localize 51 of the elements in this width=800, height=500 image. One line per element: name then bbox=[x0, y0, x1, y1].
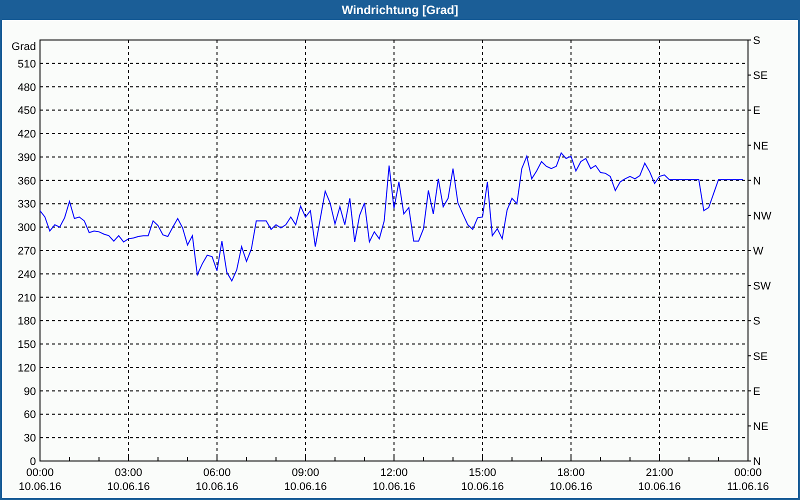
y-tick-label: 450 bbox=[18, 105, 36, 118]
x-tick-date: 10.06.16 bbox=[284, 481, 327, 493]
x-tick-date: 11.06.16 bbox=[727, 481, 769, 493]
y-tick-label: 90 bbox=[24, 386, 36, 398]
y-tick-label: 300 bbox=[18, 222, 36, 234]
compass-tick-label: E bbox=[753, 105, 760, 118]
compass-tick-label: N bbox=[753, 456, 761, 468]
compass-tick-label: NE bbox=[753, 420, 768, 433]
window-title: Windrichtung [Grad] bbox=[342, 2, 458, 19]
compass-tick-label: W bbox=[753, 246, 764, 258]
x-tick-time: 15:00 bbox=[468, 467, 496, 479]
y-tick-label: 480 bbox=[18, 82, 36, 94]
x-tick-date: 10.06.16 bbox=[461, 481, 504, 493]
x-tick-date: 10.06.16 bbox=[18, 481, 62, 493]
x-tick-date: 10.06.16 bbox=[196, 481, 238, 493]
y-tick-label: 510 bbox=[18, 58, 36, 70]
y-axis-unit: Grad bbox=[12, 41, 36, 53]
x-tick-time: 09:00 bbox=[292, 467, 320, 479]
compass-tick-label: SW bbox=[753, 280, 771, 293]
y-tick-label: 360 bbox=[18, 175, 36, 188]
y-tick-label: 150 bbox=[18, 339, 36, 352]
x-tick-time: 21:00 bbox=[646, 467, 674, 479]
x-tick-time: 18:00 bbox=[557, 467, 585, 479]
compass-tick-label: N bbox=[753, 175, 761, 188]
compass-tick-label: S bbox=[753, 35, 760, 47]
y-tick-label: 330 bbox=[18, 198, 36, 211]
x-tick-time: 06:00 bbox=[203, 467, 231, 479]
x-tick-time: 03:00 bbox=[114, 467, 142, 479]
y-tick-label: 390 bbox=[18, 152, 36, 164]
y-tick-label: 240 bbox=[18, 268, 36, 281]
x-tick-time: 00:00 bbox=[734, 467, 762, 479]
y-tick-label: 120 bbox=[18, 362, 36, 374]
compass-tick-label: NW bbox=[753, 210, 772, 222]
x-tick-date: 10.06.16 bbox=[550, 481, 592, 493]
x-tick-date: 10.06.16 bbox=[372, 481, 416, 493]
y-tick-label: 60 bbox=[24, 409, 36, 422]
x-tick-date: 10.06.16 bbox=[638, 481, 681, 493]
compass-tick-label: E bbox=[753, 386, 760, 398]
x-tick-date: 10.06.16 bbox=[107, 481, 150, 493]
y-tick-label: 270 bbox=[18, 246, 36, 258]
y-tick-label: 420 bbox=[18, 128, 36, 141]
compass-tick-label: SE bbox=[753, 70, 768, 82]
compass-tick-label: NE bbox=[753, 140, 768, 152]
compass-tick-label: SE bbox=[753, 350, 768, 363]
y-tick-label: 180 bbox=[18, 316, 36, 328]
y-tick-label: 0 bbox=[30, 456, 36, 468]
x-tick-time: 00:00 bbox=[26, 467, 54, 479]
compass-tick-label: S bbox=[753, 316, 760, 328]
y-tick-label: 210 bbox=[18, 292, 36, 304]
x-tick-time: 12:00 bbox=[380, 467, 408, 479]
y-tick-label: 30 bbox=[24, 432, 36, 445]
